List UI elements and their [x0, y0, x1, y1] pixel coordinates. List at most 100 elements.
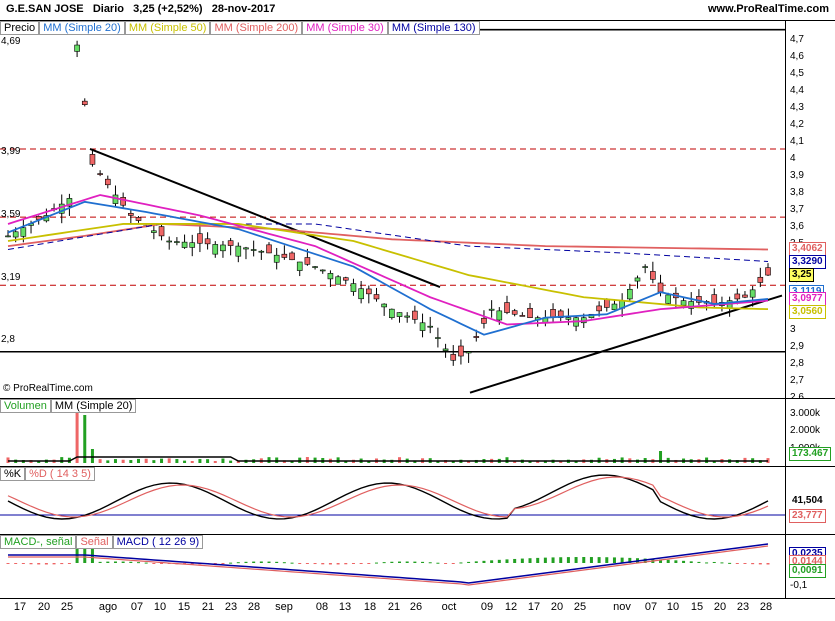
volume-bar — [75, 411, 79, 463]
tag-k: 41,504 — [789, 494, 826, 508]
candle-body — [81, 100, 88, 105]
candle-body — [250, 249, 257, 251]
legend-macd-hist[interactable]: MACD-, señal — [0, 535, 77, 549]
volume-bar — [336, 457, 340, 463]
macd-axis[interactable]: 0,0235 0,0144 0,0091 -0,1 — [785, 534, 835, 599]
candle-body — [212, 244, 219, 255]
x-axis-label: nov — [613, 601, 631, 613]
x-axis-label: sep — [275, 601, 293, 613]
legend-macd[interactable]: MACD ( 12 26 9) — [112, 535, 204, 549]
price-axis[interactable]: 4,74,64,54,44,34,24,143,93,83,73,63,53,4… — [785, 20, 835, 419]
volume-bar — [190, 460, 194, 463]
volume-bar — [206, 459, 210, 463]
price-axis-tick: 4,3 — [790, 102, 804, 114]
copyright-label: © ProRealTime.com — [3, 383, 93, 394]
price-axis-tick: 3,7 — [790, 204, 804, 216]
macd-pane[interactable]: MACD-, señal Señal MACD ( 12 26 9) — [0, 534, 785, 599]
candle-body — [89, 154, 96, 165]
price-chart-canvas[interactable] — [0, 21, 785, 399]
legend-mm20[interactable]: MM (Simple 20) — [39, 21, 125, 35]
candle-body — [442, 348, 449, 351]
volume-bar — [221, 458, 225, 463]
macd-hist-bar — [328, 563, 332, 565]
chart-title: G.E.SAN JOSE Diario 3,25 (+2,52%) 28-nov… — [6, 3, 275, 15]
macd-hist-bar — [305, 563, 309, 564]
price-legend: Precio MM (Simple 20) MM (Simple 50) MM … — [0, 21, 480, 35]
candle-body — [396, 312, 403, 317]
legend-d[interactable]: %D ( 14 3 5) — [25, 467, 95, 481]
volume-bar — [6, 457, 10, 463]
legend-mm50[interactable]: MM (Simple 50) — [124, 21, 211, 35]
period-label: Diario — [92, 3, 124, 15]
macd-hist-bar — [121, 561, 125, 563]
price-pane[interactable]: Precio MM (Simple 20) MM (Simple 50) MM … — [0, 20, 785, 399]
macd-hist-bar — [559, 557, 563, 563]
candle-body — [634, 277, 641, 282]
macd-hist-bar — [674, 560, 678, 563]
macd-hist-bar — [582, 557, 586, 563]
tag-mm50: 3,0560 — [789, 305, 826, 319]
macd-hist-bar — [505, 559, 509, 563]
macd-hist-bar — [566, 557, 570, 563]
macd-hist-bar — [436, 562, 440, 564]
tag-mm200: 3,4062 — [789, 242, 826, 256]
volume-pane[interactable]: Volumen MM (Simple 20) — [0, 398, 785, 467]
x-axis-label: 15 — [690, 601, 704, 613]
macd-hist-bar — [405, 561, 409, 563]
macd-hist-bar — [459, 562, 463, 564]
x-axis-label: 10 — [153, 601, 167, 613]
macd-hist-bar — [444, 563, 448, 564]
price-axis-tick: 4,7 — [790, 34, 804, 45]
macd-hist-bar — [528, 558, 532, 563]
x-axis[interactable]: 17 20 25 ago 07 10 15 21 23 28 sep 08 13 18 21 26 oct 09 1… — [0, 598, 835, 621]
macd-hist-bar — [129, 561, 133, 563]
candle-body — [742, 294, 748, 298]
stochastic-chart-canvas[interactable] — [0, 467, 785, 535]
legend-volumen[interactable]: Volumen — [0, 399, 51, 413]
candle-body — [404, 315, 410, 318]
macd-hist-bar — [282, 562, 286, 564]
stochastic-axis[interactable]: 41,504 23,777 — [785, 466, 835, 535]
x-axis-label: 23 — [224, 601, 238, 613]
volume-bar — [121, 459, 125, 463]
level-label-319: 3,19 — [1, 272, 21, 283]
macd-hist-bar — [290, 562, 294, 564]
price-axis-tick: 4,6 — [790, 51, 804, 63]
legend-k[interactable]: %K — [0, 467, 26, 481]
macd-hist-bar — [37, 563, 41, 565]
volume-bar — [229, 460, 233, 463]
x-axis-label: 25 — [573, 601, 587, 613]
candle-body — [596, 305, 602, 312]
legend-mm130[interactable]: MM (Simple 130) — [387, 21, 480, 35]
ma200-line — [7, 223, 769, 251]
macd-hist-bar — [113, 561, 117, 563]
candle-body — [20, 227, 27, 237]
level-label-399: 3,99 — [1, 146, 21, 157]
price-axis-tick: 3,6 — [790, 221, 804, 233]
macd-hist-bar — [52, 563, 56, 565]
stochastic-pane[interactable]: %K %D ( 14 3 5) — [0, 466, 785, 535]
x-axis-label: 07 — [130, 601, 144, 613]
legend-vol-mm20[interactable]: MM (Simple 20) — [50, 399, 137, 413]
volume-bar — [175, 459, 179, 463]
macd-hist-bar — [152, 563, 156, 564]
macd-hist-bar — [106, 561, 110, 563]
volume-bar — [137, 458, 141, 463]
macd-line — [8, 543, 769, 584]
resistance-trendline — [89, 148, 441, 288]
legend-mm30[interactable]: MM (Simple 30) — [302, 21, 388, 35]
price-axis-tick: 4 — [790, 153, 796, 165]
legend-precio[interactable]: Precio — [0, 21, 40, 35]
volume-axis[interactable]: 3.000k 2.000k 1.000k 173.467 — [785, 398, 835, 467]
macd-hist-bar — [682, 560, 686, 563]
legend-senal[interactable]: Señal — [76, 535, 113, 549]
macd-hist-bar — [735, 563, 739, 564]
site-label: www.ProRealTime.com — [707, 3, 829, 15]
vol-tick: 3.000k — [790, 408, 821, 419]
volume-bar — [160, 458, 164, 463]
candle-body — [158, 226, 165, 237]
x-axis-label: 25 — [60, 601, 74, 613]
legend-mm200[interactable]: MM (Simple 200) — [210, 21, 303, 35]
candle-body — [304, 257, 311, 265]
x-axis-label: 12 — [504, 601, 518, 613]
